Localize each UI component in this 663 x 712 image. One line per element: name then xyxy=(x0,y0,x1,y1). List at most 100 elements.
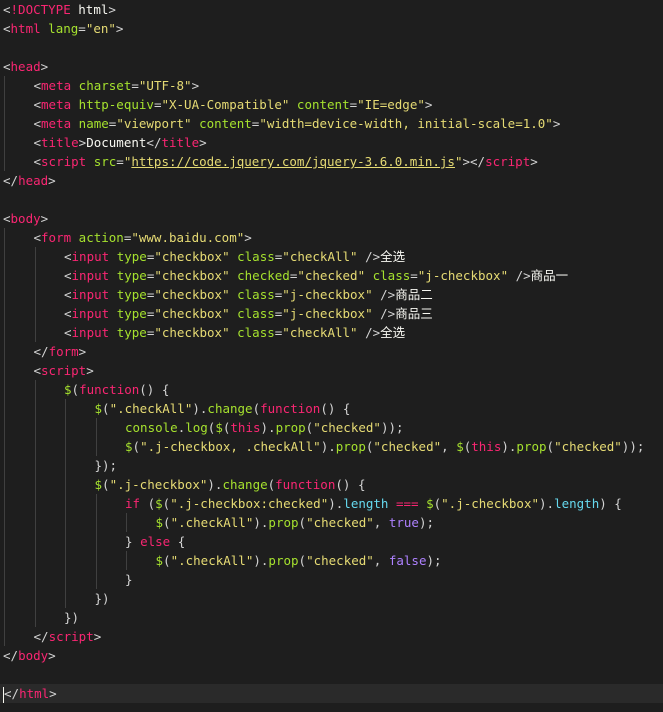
code-line[interactable]: </script> xyxy=(0,627,663,646)
code-line[interactable]: console.log($(this).prop("checked")); xyxy=(0,418,663,437)
code-token: "UTF-8" xyxy=(138,78,192,93)
code-line[interactable]: }) xyxy=(0,589,663,608)
code-line[interactable]: <meta charset="UTF-8"> xyxy=(0,76,663,95)
code-line[interactable]: <input type="checkbox" class="j-checkbox… xyxy=(0,304,663,323)
code-token: "checkAll" xyxy=(282,249,358,264)
code-token: )); xyxy=(621,439,645,454)
code-token: ( xyxy=(71,382,80,397)
code-line[interactable]: <input type="checkbox" class="checkAll" … xyxy=(0,247,663,266)
code-token: </ xyxy=(3,648,19,663)
code-line[interactable]: $(".checkAll").change(function() { xyxy=(0,399,663,418)
code-token: head xyxy=(10,59,41,74)
code-token: > xyxy=(108,2,116,17)
code-line[interactable]: </form> xyxy=(0,342,663,361)
code-line[interactable]: <!DOCTYPE html> xyxy=(0,0,663,19)
code-token: class xyxy=(229,306,275,321)
code-line[interactable]: <html lang="en"> xyxy=(0,19,663,38)
code-line[interactable] xyxy=(0,38,663,57)
code-token: < xyxy=(64,287,72,302)
code-line-content: </form> xyxy=(3,344,87,359)
code-token: /> xyxy=(357,325,381,340)
code-token: }) xyxy=(94,591,110,606)
code-token: script xyxy=(485,154,531,169)
code-token: < xyxy=(33,230,42,245)
code-token: </ xyxy=(4,686,20,701)
code-token: /> xyxy=(357,249,381,264)
code-token: 商品一 xyxy=(530,268,569,283)
code-token: https://code.jquery.com/jquery-3.6.0.min… xyxy=(131,154,455,169)
code-line[interactable]: $(function() { xyxy=(0,380,663,399)
code-line[interactable]: <script src="https://code.jquery.com/jqu… xyxy=(0,152,663,171)
code-line[interactable]: <input type="checkbox" class="j-checkbox… xyxy=(0,285,663,304)
code-token: "en" xyxy=(85,21,116,36)
code-token: ( xyxy=(298,515,307,530)
code-line[interactable]: }); xyxy=(0,456,663,475)
code-token: "width=device-width, initial-scale=1.0" xyxy=(259,116,553,131)
code-line[interactable]: <input type="checkbox" checked="checked"… xyxy=(0,266,663,285)
code-line[interactable]: <body> xyxy=(0,209,663,228)
code-token: < xyxy=(64,325,72,340)
code-token: ); xyxy=(418,515,435,530)
code-token: title xyxy=(41,135,79,150)
code-token: "viewport" xyxy=(116,116,192,131)
code-token: < xyxy=(3,2,11,17)
code-line[interactable]: </head> xyxy=(0,171,663,190)
code-token: 商品三 xyxy=(395,306,433,321)
code-token: class xyxy=(365,268,411,283)
code-line-content: <input type="checkbox" class="checkAll" … xyxy=(3,325,405,340)
code-line[interactable]: <script> xyxy=(0,361,663,380)
code-line-content: $(".checkAll").prop("checked", false); xyxy=(3,553,442,568)
code-token: "checkbox" xyxy=(154,268,230,283)
code-line[interactable]: $(".j-checkbox, .checkAll").prop("checke… xyxy=(0,437,663,456)
code-line[interactable] xyxy=(0,665,663,684)
code-token: ). xyxy=(253,553,269,568)
code-line[interactable]: <meta http-equiv="X-UA-Compatible" conte… xyxy=(0,95,663,114)
code-line[interactable]: $(".checkAll").prop("checked", true); xyxy=(0,513,663,532)
code-token: input xyxy=(71,268,110,283)
code-line[interactable]: <input type="checkbox" class="checkAll" … xyxy=(0,323,663,342)
code-token: ></ xyxy=(462,154,486,169)
code-token: > xyxy=(48,173,56,188)
code-token: = xyxy=(116,154,124,169)
code-token: < xyxy=(64,268,72,283)
code-token: class xyxy=(229,325,275,340)
code-token: () { xyxy=(139,382,170,397)
code-line[interactable]: $(".j-checkbox").change(function() { xyxy=(0,475,663,494)
code-line[interactable]: </html> xyxy=(0,684,663,703)
code-line-content: }); xyxy=(3,458,118,473)
code-token: meta xyxy=(41,116,72,131)
code-line[interactable]: } xyxy=(0,570,663,589)
code-line[interactable] xyxy=(0,190,663,209)
code-line[interactable]: <form action="www.baidu.com"> xyxy=(0,228,663,247)
code-token: $ xyxy=(155,515,164,530)
code-token: } xyxy=(125,572,133,587)
code-line-content: $(function() { xyxy=(3,382,169,397)
code-line[interactable]: $(".checkAll").prop("checked", false); xyxy=(0,551,663,570)
code-line[interactable]: if ($(".j-checkbox:checked").length === … xyxy=(0,494,663,513)
code-token: > xyxy=(530,154,538,169)
code-token: "checked" xyxy=(554,439,622,454)
code-token: > xyxy=(86,363,94,378)
code-line[interactable]: </body> xyxy=(0,646,663,665)
code-line-content: } else { xyxy=(3,534,185,549)
code-token: "checked" xyxy=(306,515,374,530)
code-editor[interactable]: <!DOCTYPE html> <html lang="en"> <head> <me… xyxy=(0,0,663,712)
code-line-content: <title>Document</title> xyxy=(3,135,207,150)
code-line-content: <meta http-equiv="X-UA-Compatible" conte… xyxy=(3,97,433,112)
code-line[interactable]: <meta name="viewport" content="width=dev… xyxy=(0,114,663,133)
code-line[interactable]: <title>Document</title> xyxy=(0,133,663,152)
code-token: ".checkAll" xyxy=(170,553,254,568)
code-token: content xyxy=(289,97,350,112)
code-token: function xyxy=(260,401,321,416)
code-token: body xyxy=(18,648,49,663)
code-line[interactable]: <head> xyxy=(0,57,663,76)
code-line[interactable]: }) xyxy=(0,608,663,627)
code-token: Document xyxy=(86,135,147,150)
code-token: < xyxy=(3,211,11,226)
code-token: /> xyxy=(372,306,396,321)
code-token: "checkbox" xyxy=(154,287,230,302)
code-token: input xyxy=(71,306,110,321)
code-token: < xyxy=(33,116,42,131)
code-token: true xyxy=(388,515,419,530)
code-line[interactable]: } else { xyxy=(0,532,663,551)
